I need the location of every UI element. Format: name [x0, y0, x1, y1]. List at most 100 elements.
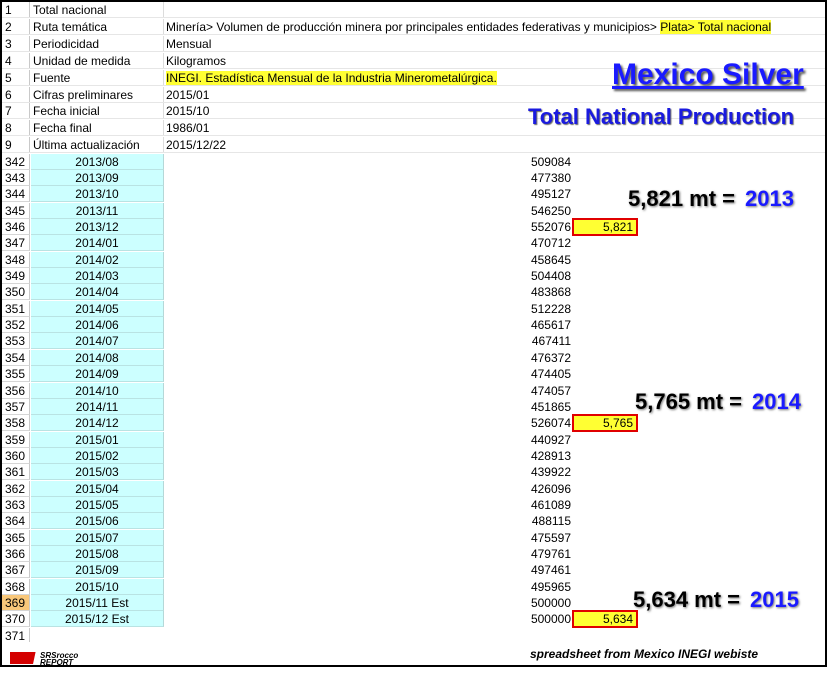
row-number[interactable]: 4: [2, 52, 30, 69]
date-cell[interactable]: 2014/11: [31, 398, 164, 415]
row-label[interactable]: Unidad de medida: [31, 52, 164, 69]
row-value[interactable]: INEGI. Estadística Mensual de la Industr…: [165, 70, 497, 86]
kilograms-cell[interactable]: 495127: [482, 186, 571, 202]
kilograms-cell[interactable]: 500000: [482, 595, 571, 611]
row-value[interactable]: Mensual: [165, 36, 211, 52]
date-cell[interactable]: 2014/08: [31, 349, 164, 366]
row-number[interactable]: 8: [2, 120, 30, 137]
row-number[interactable]: 1: [2, 2, 30, 18]
row-number[interactable]: 369: [2, 595, 30, 612]
annual-total-box[interactable]: 5,765: [572, 414, 638, 433]
date-cell[interactable]: 2015/01: [31, 431, 164, 448]
date-cell[interactable]: 2015/12 Est: [31, 611, 164, 628]
row-value[interactable]: Kilogramos: [165, 53, 226, 69]
annual-total-box[interactable]: 5,821: [572, 218, 638, 236]
kilograms-cell[interactable]: 428913: [482, 448, 571, 464]
row-number[interactable]: 358: [2, 415, 30, 432]
row-number[interactable]: 349: [2, 268, 30, 285]
row-label[interactable]: Fecha inicial: [31, 103, 164, 120]
row-number[interactable]: 348: [2, 251, 30, 268]
row-value[interactable]: 2015/12/22: [165, 137, 226, 153]
kilograms-cell[interactable]: 526074: [482, 415, 571, 431]
row-number[interactable]: 368: [2, 578, 30, 595]
row-number[interactable]: 355: [2, 366, 30, 383]
row-number[interactable]: 366: [2, 546, 30, 562]
row-label[interactable]: Periodicidad: [31, 35, 164, 52]
kilograms-cell[interactable]: 546250: [482, 203, 571, 219]
date-cell[interactable]: 2013/09: [31, 169, 164, 186]
date-cell[interactable]: 2013/11: [31, 202, 164, 219]
row-number[interactable]: 343: [2, 169, 30, 186]
kilograms-cell[interactable]: 467411: [482, 333, 571, 349]
row-number[interactable]: 352: [2, 317, 30, 334]
annual-total-box[interactable]: 5,634: [572, 610, 638, 629]
row-number[interactable]: 7: [2, 103, 30, 120]
kilograms-cell[interactable]: 495965: [482, 579, 571, 595]
kilograms-cell[interactable]: 475597: [482, 530, 571, 546]
date-cell[interactable]: 2014/01: [31, 235, 164, 252]
row-label[interactable]: Cifras preliminares: [31, 86, 164, 103]
kilograms-cell[interactable]: 504408: [482, 268, 571, 284]
row-number[interactable]: 3: [2, 35, 30, 52]
row-value[interactable]: 1986/01: [165, 120, 209, 136]
date-cell[interactable]: 2015/06: [31, 513, 164, 530]
kilograms-cell[interactable]: 439922: [482, 464, 571, 480]
row-number[interactable]: 354: [2, 349, 30, 366]
kilograms-cell[interactable]: 465617: [482, 317, 571, 333]
kilograms-cell[interactable]: 497461: [482, 562, 571, 578]
date-cell[interactable]: 2014/10: [31, 382, 164, 399]
date-cell[interactable]: 2015/08: [31, 546, 164, 562]
kilograms-cell[interactable]: 440927: [482, 432, 571, 448]
date-cell[interactable]: 2014/03: [31, 268, 164, 285]
date-cell[interactable]: 2013/10: [31, 186, 164, 203]
kilograms-cell[interactable]: 500000: [482, 611, 571, 627]
date-cell[interactable]: 2015/10: [31, 578, 164, 595]
kilograms-cell[interactable]: 474405: [482, 366, 571, 382]
kilograms-cell[interactable]: 509084: [482, 154, 571, 170]
date-cell[interactable]: 2015/11 Est: [31, 595, 164, 612]
kilograms-cell[interactable]: 483868: [482, 284, 571, 300]
row-number[interactable]: 347: [2, 235, 30, 252]
row-number[interactable]: 363: [2, 496, 30, 513]
row-number[interactable]: 364: [2, 513, 30, 530]
row-number[interactable]: 345: [2, 202, 30, 219]
kilograms-cell[interactable]: 474057: [482, 383, 571, 399]
date-cell[interactable]: 2014/07: [31, 333, 164, 350]
kilograms-cell[interactable]: 426096: [482, 481, 571, 497]
date-cell[interactable]: 2014/06: [31, 317, 164, 334]
row-number[interactable]: 346: [2, 219, 30, 235]
kilograms-cell[interactable]: 458645: [482, 252, 571, 268]
date-cell[interactable]: 2015/02: [31, 447, 164, 464]
date-cell[interactable]: 2013/08: [31, 153, 164, 170]
row-number[interactable]: 342: [2, 153, 30, 170]
row-number[interactable]: 6: [2, 86, 30, 103]
date-cell[interactable]: 2014/02: [31, 251, 164, 268]
kilograms-cell[interactable]: 479761: [482, 546, 571, 562]
date-cell[interactable]: 2014/04: [31, 284, 164, 301]
kilograms-cell[interactable]: 477380: [482, 170, 571, 186]
row-number[interactable]: 350: [2, 284, 30, 301]
date-cell[interactable]: 2014/09: [31, 366, 164, 383]
row-label[interactable]: Ruta temática: [31, 18, 164, 35]
row-number[interactable]: 357: [2, 398, 30, 415]
kilograms-cell[interactable]: 488115: [482, 513, 571, 529]
row-number[interactable]: 361: [2, 464, 30, 481]
row-label[interactable]: Total nacional: [31, 2, 164, 18]
kilograms-cell[interactable]: 470712: [482, 235, 571, 251]
date-cell[interactable]: 2014/05: [31, 300, 164, 317]
row-value[interactable]: Minería> Volumen de producción minera po…: [165, 19, 772, 35]
row-number[interactable]: 356: [2, 382, 30, 399]
kilograms-cell[interactable]: 512228: [482, 301, 571, 317]
row-number[interactable]: 360: [2, 447, 30, 464]
row-number[interactable]: 9: [2, 137, 30, 154]
row-number[interactable]: 359: [2, 431, 30, 448]
row-number[interactable]: 367: [2, 562, 30, 579]
row-label[interactable]: Fuente: [31, 69, 164, 86]
kilograms-cell[interactable]: 552076: [482, 219, 571, 235]
row-value[interactable]: [165, 2, 166, 18]
row-number[interactable]: 5: [2, 69, 30, 86]
date-cell[interactable]: 2015/07: [31, 529, 164, 546]
row-value[interactable]: 2015/10: [165, 103, 209, 119]
kilograms-cell[interactable]: 461089: [482, 497, 571, 513]
date-cell[interactable]: 2014/12: [31, 415, 164, 432]
